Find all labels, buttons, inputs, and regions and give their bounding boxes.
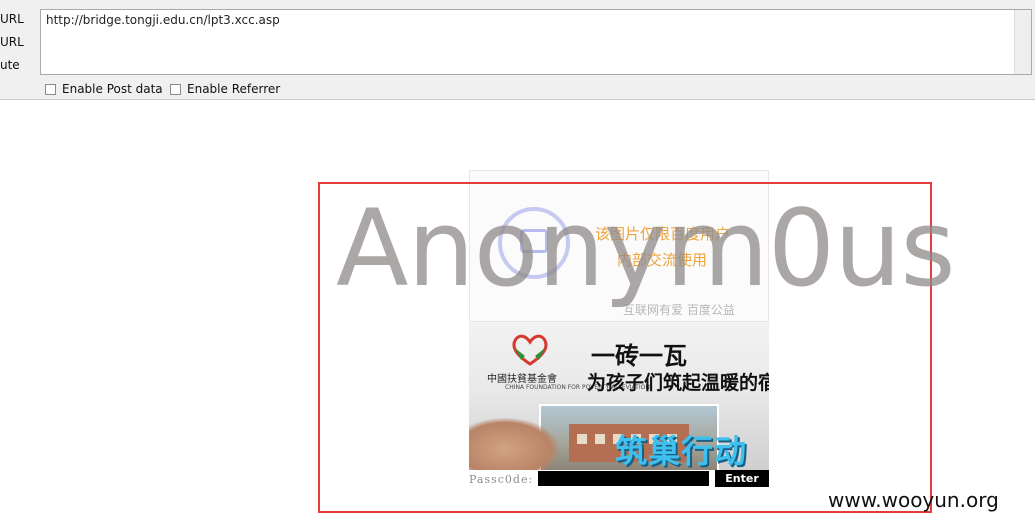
site-watermark: www.wooyun.org [828,488,999,512]
menu-strip [0,0,1035,2]
anonymous-overlay-text: Anonym0us [336,187,956,310]
hackbar-toolbar: URL URL ute http://bridge.tongji.edu.cn/… [0,0,1035,100]
split-url-label[interactable]: URL [0,35,24,49]
enable-post-data-checkbox[interactable] [45,83,56,95]
url-input[interactable]: http://bridge.tongji.edu.cn/lpt3.xcc.asp [40,9,1032,75]
enable-post-data-label: Enable Post data [62,82,163,96]
enable-referrer-label: Enable Referrer [187,82,281,96]
url-scrollbar[interactable] [1014,10,1031,74]
execute-label[interactable]: ute [0,58,20,72]
enable-referrer-option[interactable]: Enable Referrer [170,82,280,96]
url-value: http://bridge.tongji.edu.cn/lpt3.xcc.asp [46,13,280,27]
enable-post-data-option[interactable]: Enable Post data [45,82,163,96]
load-url-label[interactable]: URL [0,12,24,26]
enable-referrer-checkbox[interactable] [170,83,181,95]
